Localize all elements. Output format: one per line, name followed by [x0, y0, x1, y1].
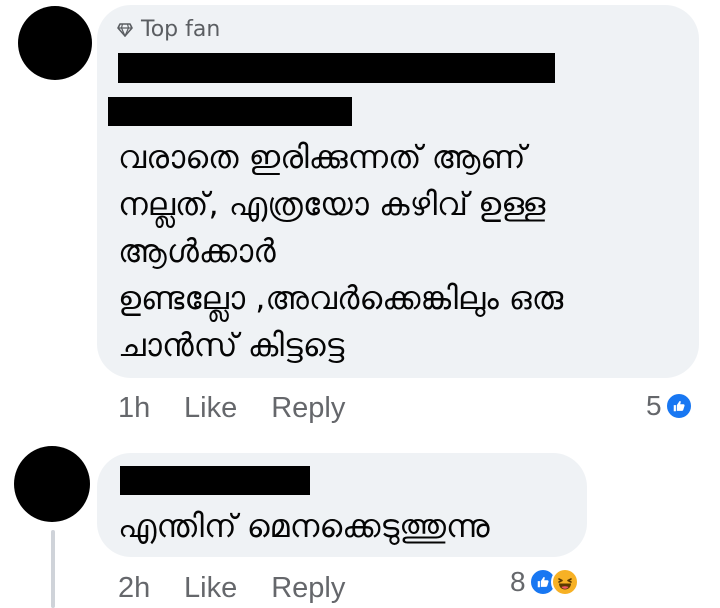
avatar[interactable] [14, 446, 90, 522]
badge-label: Top fan [141, 17, 221, 42]
comment-text: എന്തിന് മെനക്കെടുത്തുന്നു [118, 507, 490, 545]
reaction-summary[interactable]: 8 [510, 566, 579, 598]
haha-icon [550, 568, 579, 596]
reaction-summary[interactable]: 5 [646, 390, 693, 422]
reaction-count: 8 [510, 566, 526, 597]
redacted-author-name [120, 466, 310, 495]
reply-button[interactable]: Reply [271, 392, 345, 425]
diamond-icon [117, 22, 133, 37]
redacted-author-name [118, 53, 555, 83]
like-button[interactable]: Like [184, 572, 237, 605]
comment-actions: 2h Like Reply [118, 572, 345, 605]
redacted-block [108, 97, 352, 126]
comment-text: വരാതെ ഇരിക്കുന്നത് ആണ് നല്ലത്, എത്രയോ കഴ… [118, 138, 564, 364]
timestamp[interactable]: 2h [118, 572, 184, 605]
timestamp[interactable]: 1h [118, 392, 184, 425]
like-icon [664, 392, 693, 420]
reply-button[interactable]: Reply [271, 572, 345, 605]
reaction-count: 5 [646, 390, 662, 421]
like-button[interactable]: Like [184, 392, 237, 425]
comment-actions: 1h Like Reply [118, 392, 345, 425]
top-fan-badge: Top fan [117, 17, 220, 42]
thread-line [51, 530, 55, 608]
avatar[interactable] [18, 6, 92, 80]
